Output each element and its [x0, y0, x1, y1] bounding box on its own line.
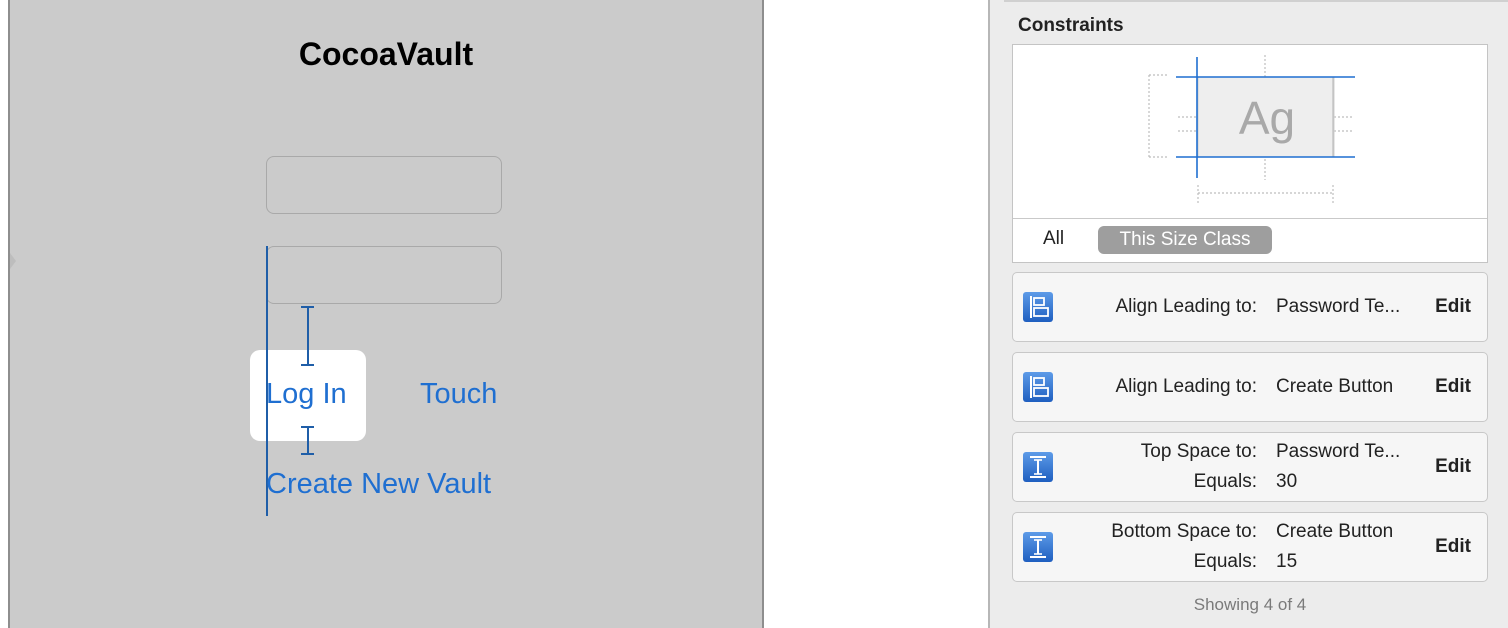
- edit-button[interactable]: Edit: [1435, 376, 1471, 398]
- touch-button[interactable]: Touch: [420, 378, 497, 411]
- constraint-label: Top Space to:: [1140, 441, 1257, 462]
- constraint-value: Create Button: [1276, 521, 1394, 542]
- login-button[interactable]: Log In: [266, 378, 347, 411]
- edit-button[interactable]: Edit: [1435, 536, 1471, 558]
- constraint-card[interactable]: Align Leading to: Create Button Edit: [1012, 352, 1488, 422]
- create-vault-button[interactable]: Create New Vault: [266, 468, 491, 501]
- constraint-label: Equals:: [1193, 471, 1257, 492]
- tab-this-size-class[interactable]: This Size Class: [1098, 226, 1272, 254]
- align-leading-icon: [1023, 372, 1053, 402]
- view-controller-scene[interactable]: CocoaVault Log In Touch Create New Vault: [8, 0, 764, 628]
- constraint-value: Create Button: [1276, 376, 1394, 397]
- constraints-header: Constraints: [1018, 15, 1124, 36]
- vertical-space-icon: [1023, 532, 1053, 562]
- constraint-row: Top Space to: Password Te...: [1073, 441, 1407, 465]
- password-text-field[interactable]: [266, 246, 502, 304]
- edit-button[interactable]: Edit: [1435, 296, 1471, 318]
- top-space-constraint-ibeam: [301, 306, 314, 366]
- align-leading-icon: [1023, 292, 1053, 322]
- constraint-value: Password Te...: [1276, 441, 1401, 462]
- constraint-label: Align Leading to:: [1115, 296, 1257, 317]
- constraint-list: Align Leading to: Password Te... Edit Al…: [1012, 272, 1488, 592]
- bottom-space-constraint-ibeam: [301, 426, 314, 455]
- panel-divider: [1004, 0, 1508, 2]
- vertical-space-icon: [1023, 452, 1053, 482]
- constraints-count-label: Showing 4 of 4: [1193, 595, 1307, 614]
- constraint-row: Equals: 30: [1073, 471, 1407, 495]
- constraints-preview: Ag All This Size Class: [1012, 44, 1488, 263]
- constraint-card[interactable]: Bottom Space to: Create Button Equals: 1…: [1012, 512, 1488, 582]
- constraint-value: Password Te...: [1276, 296, 1401, 317]
- tab-all[interactable]: All: [1043, 228, 1064, 250]
- constraint-row: Align Leading to: Password Te...: [1073, 296, 1407, 320]
- scene-entry-arrow-icon: [10, 253, 16, 269]
- constraint-row: Align Leading to: Create Button: [1073, 376, 1407, 400]
- constraint-value: 30: [1276, 471, 1298, 492]
- edit-button[interactable]: Edit: [1435, 456, 1471, 478]
- username-text-field[interactable]: [266, 156, 502, 214]
- constraint-value: 15: [1276, 551, 1298, 572]
- constraint-row: Bottom Space to: Create Button: [1073, 521, 1407, 545]
- size-class-tabs: All This Size Class: [1013, 218, 1487, 262]
- app-title-label[interactable]: CocoaVault: [10, 36, 762, 73]
- constraint-card[interactable]: Top Space to: Password Te... Equals: 30 …: [1012, 432, 1488, 502]
- constraint-label: Align Leading to:: [1115, 376, 1257, 397]
- constraint-label: Bottom Space to:: [1111, 521, 1257, 542]
- preview-sample-text: Ag: [1238, 92, 1296, 144]
- size-inspector-panel: Constraints Ag All This Size Class Align…: [988, 0, 1508, 628]
- constraint-card[interactable]: Align Leading to: Password Te... Edit: [1012, 272, 1488, 342]
- constraint-label: Equals:: [1193, 551, 1257, 572]
- constraint-row: Equals: 15: [1073, 551, 1407, 575]
